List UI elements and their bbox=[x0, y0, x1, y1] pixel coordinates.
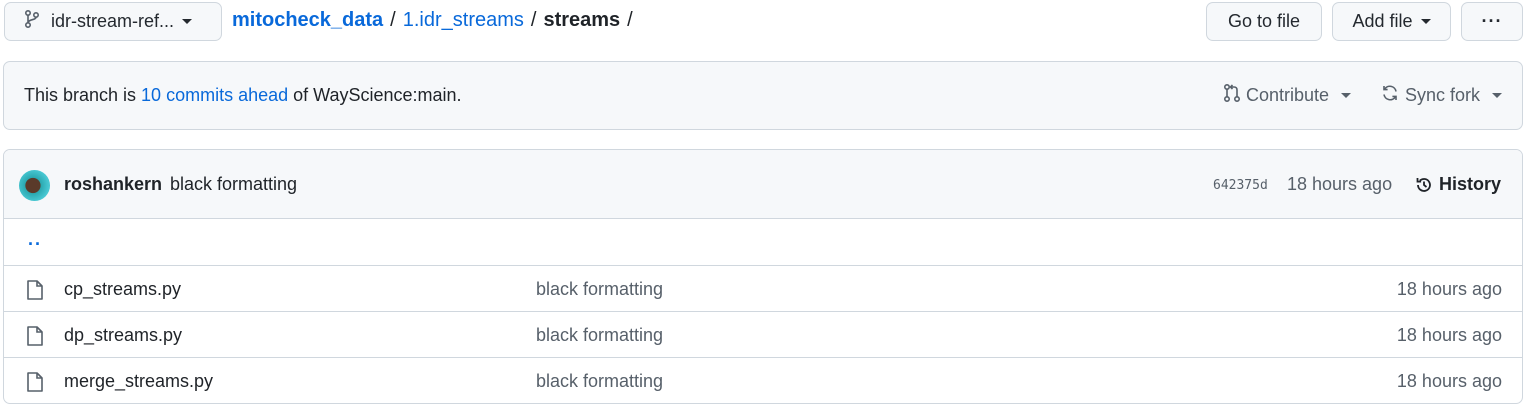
table-row[interactable]: merge_streams.py black formatting 18 hou… bbox=[4, 357, 1522, 403]
add-file-button[interactable]: Add file bbox=[1332, 2, 1451, 41]
file-commit-link[interactable]: black formatting bbox=[536, 325, 663, 346]
file-icon bbox=[27, 280, 43, 300]
banner-suffix: of WayScience:main. bbox=[288, 85, 462, 105]
file-icon bbox=[27, 372, 43, 392]
table-row[interactable]: cp_streams.py black formatting 18 hours … bbox=[4, 265, 1522, 311]
commits-ahead-link[interactable]: 10 commits ahead bbox=[141, 85, 288, 105]
breadcrumb-repo-link[interactable]: mitocheck_data bbox=[232, 9, 383, 32]
file-listing: roshankern black formatting 642375d 18 h… bbox=[3, 149, 1523, 404]
commit-time: 18 hours ago bbox=[1287, 174, 1393, 194]
file-time: 18 hours ago bbox=[1396, 279, 1502, 299]
branch-name: idr-stream-ref... bbox=[51, 11, 175, 31]
sync-icon bbox=[1381, 84, 1399, 107]
sync-fork-label: Sync fork bbox=[1405, 85, 1481, 105]
file-commit-link[interactable]: black formatting bbox=[536, 279, 663, 300]
table-row[interactable]: dp_streams.py black formatting 18 hours … bbox=[4, 311, 1522, 357]
history-link[interactable]: History bbox=[1414, 174, 1501, 195]
add-file-label: Add file bbox=[1352, 11, 1413, 31]
branch-status-text: This branch is 10 commits ahead of WaySc… bbox=[24, 85, 462, 106]
parent-directory-row[interactable]: .. bbox=[4, 219, 1522, 265]
branch-status-banner: This branch is 10 commits ahead of WaySc… bbox=[3, 61, 1523, 130]
sync-fork-button[interactable]: Sync fork bbox=[1381, 84, 1503, 107]
chevron-down-icon bbox=[1420, 19, 1431, 24]
contribute-button[interactable]: Contribute bbox=[1223, 83, 1352, 107]
chevron-down-icon bbox=[1341, 93, 1352, 98]
git-branch-icon bbox=[24, 9, 40, 33]
latest-commit-header: roshankern black formatting 642375d 18 h… bbox=[4, 150, 1522, 219]
chevron-down-icon bbox=[1492, 93, 1503, 98]
git-pull-request-icon bbox=[1223, 83, 1241, 107]
file-name-link[interactable]: dp_streams.py bbox=[64, 325, 182, 346]
kebab-horizontal-icon: ··· bbox=[1481, 11, 1503, 31]
file-time: 18 hours ago bbox=[1396, 371, 1502, 391]
breadcrumb-dir-link[interactable]: 1.idr_streams bbox=[403, 9, 524, 32]
go-to-file-button[interactable]: Go to file bbox=[1206, 2, 1322, 41]
file-time: 18 hours ago bbox=[1396, 325, 1502, 345]
file-name-link[interactable]: cp_streams.py bbox=[64, 279, 181, 300]
banner-prefix: This branch is bbox=[24, 85, 142, 105]
breadcrumb-separator: / bbox=[530, 9, 537, 31]
commit-sha-link[interactable]: 642375d bbox=[1213, 178, 1268, 193]
file-commit-link[interactable]: black formatting bbox=[536, 371, 663, 392]
go-to-file-label: Go to file bbox=[1227, 11, 1301, 31]
history-label: History bbox=[1439, 174, 1502, 194]
commit-author-link[interactable]: roshankern bbox=[64, 174, 162, 195]
breadcrumb-separator: / bbox=[627, 9, 633, 31]
more-options-button[interactable]: ··· bbox=[1461, 2, 1523, 41]
branch-selector-button[interactable]: idr-stream-ref... bbox=[4, 2, 222, 41]
breadcrumb-separator: / bbox=[390, 9, 396, 31]
breadcrumb-current: streams bbox=[543, 9, 621, 31]
commit-message-link[interactable]: black formatting bbox=[170, 174, 297, 195]
history-icon bbox=[1416, 177, 1431, 192]
chevron-down-icon bbox=[182, 19, 193, 24]
breadcrumb: mitocheck_data / 1.idr_streams / streams… bbox=[232, 9, 640, 32]
file-name-link[interactable]: merge_streams.py bbox=[64, 371, 213, 392]
contribute-label: Contribute bbox=[1246, 85, 1330, 105]
parent-directory-link[interactable]: .. bbox=[28, 229, 42, 250]
avatar[interactable] bbox=[19, 170, 50, 201]
file-icon bbox=[27, 326, 43, 346]
